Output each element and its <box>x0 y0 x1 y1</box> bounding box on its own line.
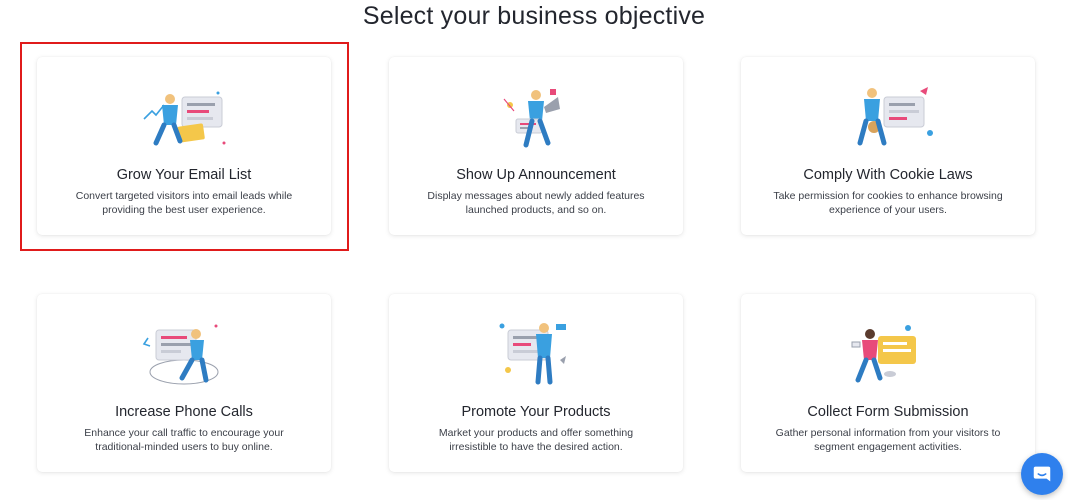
announcement-illustration <box>503 89 560 148</box>
card-title: Comply With Cookie Laws <box>803 167 973 183</box>
phone-calls-illustration <box>142 324 219 385</box>
objective-card-phone-calls[interactable]: Increase Phone Calls Enhance your call t… <box>37 294 331 472</box>
card-description: Take permission for cookies to enhance b… <box>773 190 1003 216</box>
objective-card-email-list[interactable]: Grow Your Email List Convert targeted vi… <box>37 57 331 235</box>
email-list-illustration <box>143 91 226 146</box>
objective-card-promote-products[interactable]: Promote Your Products Market your produc… <box>389 294 683 472</box>
card-description: Convert targeted visitors into email lea… <box>75 190 293 216</box>
card-description: Gather personal information from your vi… <box>775 427 1001 453</box>
cookie-laws-illustration <box>857 87 933 146</box>
form-submission-illustration <box>851 325 916 383</box>
card-description: Enhance your call traffic to encourage y… <box>84 427 284 453</box>
objective-card-announcement[interactable]: Show Up Announcement Display messages ab… <box>389 57 683 235</box>
objective-card-cookie-laws[interactable]: Comply With Cookie Laws Take permission … <box>741 57 1035 235</box>
card-title: Increase Phone Calls <box>115 404 253 420</box>
page-title: Select your business objective <box>362 2 706 30</box>
chat-launcher-button[interactable] <box>1021 453 1063 495</box>
card-title: Collect Form Submission <box>807 404 969 420</box>
card-title: Promote Your Products <box>461 404 611 420</box>
card-title: Grow Your Email List <box>116 167 252 183</box>
card-description: Display messages about newly added featu… <box>427 190 645 216</box>
card-description: Market your products and offer something… <box>438 427 634 453</box>
card-title: Show Up Announcement <box>456 167 616 183</box>
promote-products-illustration <box>499 323 566 385</box>
objective-card-form-submission[interactable]: Collect Form Submission Gather personal … <box>741 294 1035 472</box>
chat-bubble-icon <box>1033 466 1051 482</box>
